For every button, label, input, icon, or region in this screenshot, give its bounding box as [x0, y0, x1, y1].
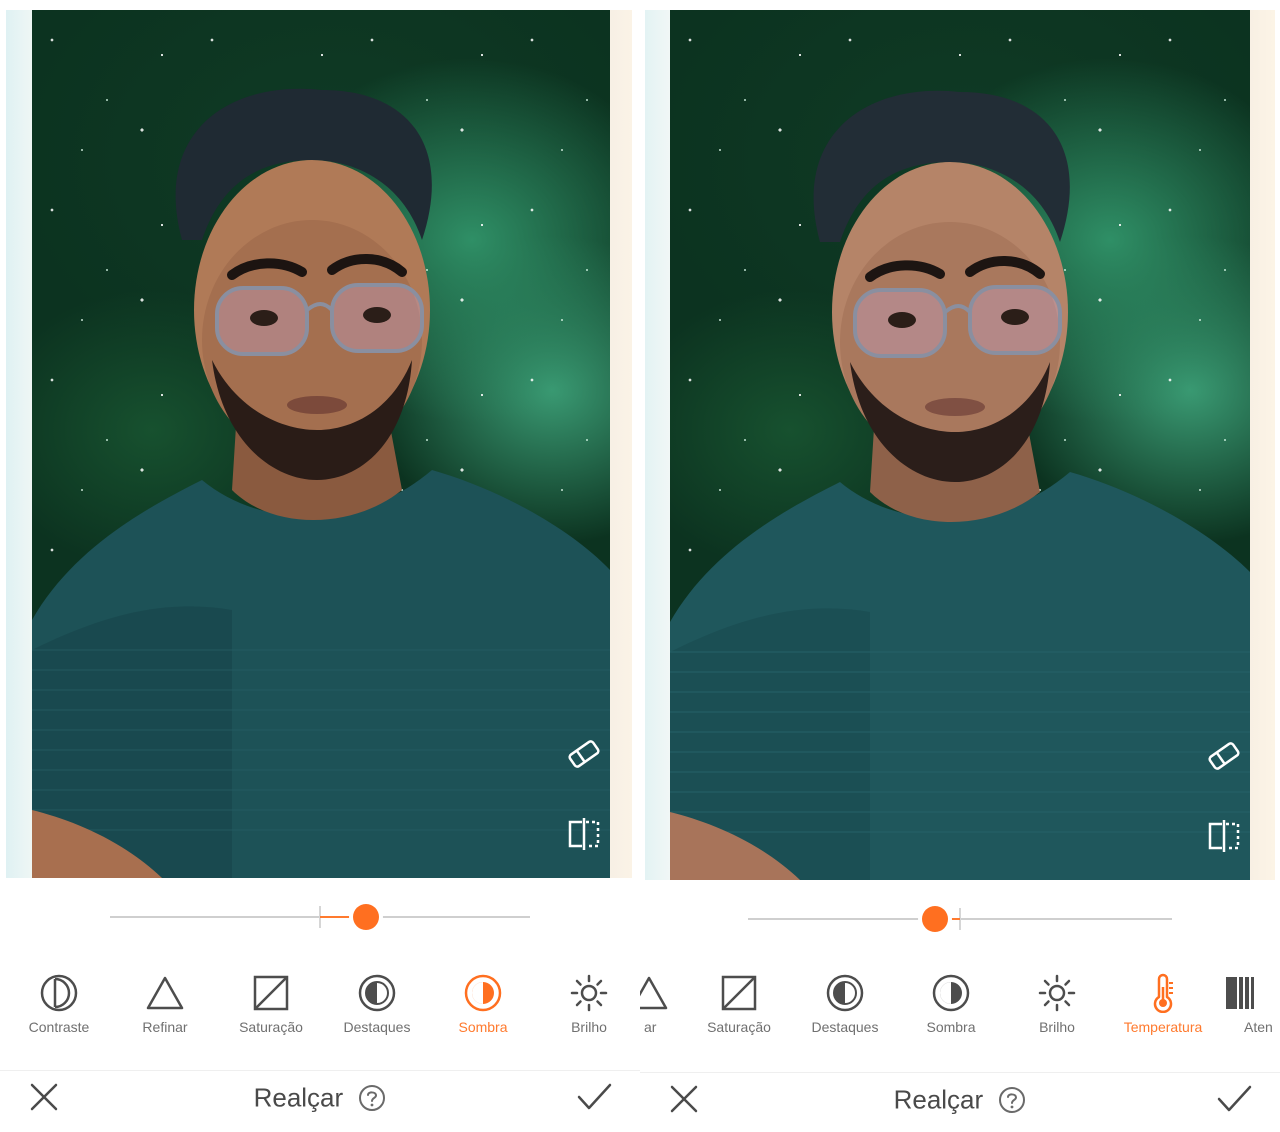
compare-button[interactable]	[562, 812, 606, 856]
compare-icon	[568, 818, 600, 850]
brightness-icon	[570, 974, 608, 1012]
portrait-illustration	[670, 90, 1250, 880]
eraser-icon	[1208, 742, 1240, 770]
tool-brilho[interactable]: Brilho	[1004, 965, 1110, 1045]
editor-panel-right: ar Saturação Destaques Sombra Brilho Tem…	[640, 0, 1280, 1132]
photo-canvas	[645, 10, 1275, 880]
thermometer-icon	[1153, 973, 1173, 1013]
adjust-toolbar: Contraste Refinar Saturação Destaques So…	[0, 965, 640, 1045]
eraser-button[interactable]	[562, 732, 606, 776]
highlights-icon	[358, 974, 396, 1012]
saturation-icon	[253, 975, 289, 1011]
tool-sombra[interactable]: Sombra	[898, 965, 1004, 1045]
slider-thumb[interactable]	[921, 906, 948, 932]
screen-title: Realçar	[640, 1083, 1280, 1116]
adjustment-slider[interactable]	[748, 897, 1172, 941]
tool-destaques[interactable]: Destaques	[792, 965, 898, 1045]
compare-button[interactable]	[1202, 814, 1246, 858]
help-icon[interactable]	[998, 1086, 1026, 1114]
screen-title-text: Realçar	[893, 1084, 984, 1115]
bottom-action-bar: Realçar	[640, 1072, 1280, 1132]
tool-label: Saturação	[707, 1019, 771, 1035]
photo-canvas	[6, 10, 632, 878]
tool-contraste[interactable]: Contraste	[6, 965, 112, 1045]
help-icon[interactable]	[358, 1084, 386, 1112]
portrait-photo	[32, 10, 610, 878]
fade-icon	[1226, 977, 1254, 1009]
portrait-photo	[670, 10, 1250, 880]
contrast-icon	[40, 974, 78, 1012]
tool-sombra[interactable]: Sombra	[430, 965, 536, 1045]
tool-label: Brilho	[1039, 1019, 1075, 1035]
triangle-icon	[640, 976, 668, 1010]
tool-label: Sombra	[926, 1019, 976, 1035]
tool-label: Temperatura	[1123, 1019, 1203, 1035]
eraser-button[interactable]	[1202, 734, 1246, 778]
slider-thumb[interactable]	[353, 904, 380, 930]
tool-label: Brilho	[571, 1019, 607, 1035]
tool-atenuar-partial[interactable]: Aten	[1216, 965, 1280, 1045]
triangle-icon	[146, 976, 184, 1010]
bottom-action-bar: Realçar	[0, 1070, 640, 1132]
portrait-illustration	[32, 88, 610, 878]
tool-saturacao[interactable]: Saturação	[686, 965, 792, 1045]
check-icon[interactable]	[574, 1079, 614, 1115]
tool-temperatura[interactable]: Temperatura	[1110, 965, 1216, 1045]
saturation-icon	[721, 975, 757, 1011]
tool-brilho[interactable]: Brilho	[536, 965, 640, 1045]
adjustment-slider[interactable]	[110, 895, 530, 939]
adjust-toolbar: ar Saturação Destaques Sombra Brilho Tem…	[640, 965, 1280, 1045]
tool-label: Aten	[1244, 1019, 1273, 1035]
tool-label: ar	[644, 1019, 657, 1035]
tool-destaques[interactable]: Destaques	[324, 965, 430, 1045]
tool-label: Contraste	[28, 1019, 90, 1035]
screen-title-text: Realçar	[253, 1082, 344, 1113]
tool-label: Sombra	[458, 1019, 508, 1035]
compare-icon	[1208, 820, 1240, 852]
brightness-icon	[1038, 974, 1076, 1012]
tool-label: Saturação	[239, 1019, 303, 1035]
highlights-icon	[826, 974, 864, 1012]
shadow-icon	[464, 974, 502, 1012]
shadow-icon	[932, 974, 970, 1012]
check-icon[interactable]	[1214, 1081, 1254, 1117]
tool-saturacao[interactable]: Saturação	[218, 965, 324, 1045]
tool-label: Destaques	[343, 1019, 411, 1035]
editor-panel-left: Contraste Refinar Saturação Destaques So…	[0, 0, 640, 1132]
screen-title: Realçar	[0, 1081, 640, 1114]
tool-label: Destaques	[811, 1019, 879, 1035]
tool-refinar[interactable]: Refinar	[112, 965, 218, 1045]
eraser-icon	[568, 740, 600, 768]
tool-label: Refinar	[142, 1019, 188, 1035]
